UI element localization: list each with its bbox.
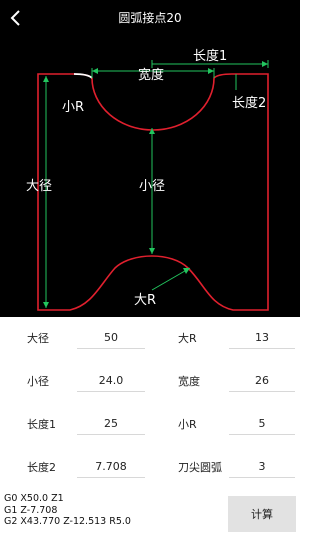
gcode-output[interactable]: G0 X50.0 Z1 G1 Z-7.708 G2 X43.770 Z-12.5…: [4, 493, 214, 533]
length1-label: 长度1: [193, 48, 227, 64]
param-row: 小径 宽度: [0, 360, 300, 403]
page-title: 圆弧接点20: [118, 11, 182, 25]
param-row: 长度2 刀尖圆弧: [0, 446, 300, 489]
arrowhead: [149, 248, 155, 254]
app-header: 圆弧接点20: [0, 0, 300, 35]
arrowhead: [208, 68, 214, 74]
param-label-tool-nose-radius: 刀尖圆弧: [178, 461, 222, 474]
param-row: 长度1 小R: [0, 403, 300, 446]
diagram-canvas: 长度1 宽度 长度2 小R 大径 小径 大R: [0, 35, 300, 317]
small-diameter-label: 小径: [139, 179, 165, 194]
arrowhead: [43, 76, 49, 82]
small-diameter-input[interactable]: [77, 369, 145, 392]
arrowhead: [149, 128, 155, 134]
output-area: G0 X50.0 Z1 G1 Z-7.708 G2 X43.770 Z-12.5…: [0, 489, 300, 533]
param-label-width: 宽度: [178, 375, 200, 388]
small-r-arc: [73, 73, 93, 79]
tool-nose-radius-input[interactable]: [229, 455, 295, 478]
param-label-large-r: 大R: [178, 332, 197, 345]
arrowhead: [43, 302, 49, 308]
length2-input[interactable]: [77, 455, 145, 478]
large-r-label: 大R: [134, 293, 156, 308]
param-row: 大径 大R: [0, 317, 300, 360]
width-label: 宽度: [138, 67, 164, 83]
param-label-small-r: 小R: [178, 418, 197, 431]
gcode-line: G1 Z-7.708: [4, 504, 58, 516]
large-r-leader: [151, 267, 191, 291]
large-diameter-input[interactable]: [77, 326, 145, 349]
param-label-length1: 长度1: [27, 418, 56, 431]
large-r-input[interactable]: [229, 326, 295, 349]
length2-label: 长度2: [232, 95, 266, 111]
part-diagram: 长度1 宽度 长度2 小R 大径 小径 大R: [26, 48, 269, 311]
back-arrow-icon: [10, 10, 20, 26]
width-input[interactable]: [229, 369, 295, 392]
small-r-label: 小R: [62, 100, 84, 115]
small-r-input[interactable]: [229, 412, 295, 435]
param-label-small-diameter: 小径: [27, 375, 49, 388]
gcode-line: G0 X50.0 Z1: [4, 493, 64, 504]
gcode-line: G2 X43.770 Z-12.513 R5.0: [4, 516, 131, 527]
back-button[interactable]: [6, 8, 26, 28]
calculate-button[interactable]: 计算: [228, 496, 296, 532]
parameter-panel: 大径 大R 小径 宽度 长度1 小R 长度2 刀尖圆弧: [0, 317, 300, 489]
param-label-large-diameter: 大径: [27, 332, 49, 345]
arrowhead: [92, 68, 98, 74]
arrowhead: [262, 61, 268, 67]
param-label-length2: 长度2: [27, 461, 56, 474]
large-diameter-label: 大径: [26, 179, 52, 194]
length1-input[interactable]: [77, 412, 145, 435]
